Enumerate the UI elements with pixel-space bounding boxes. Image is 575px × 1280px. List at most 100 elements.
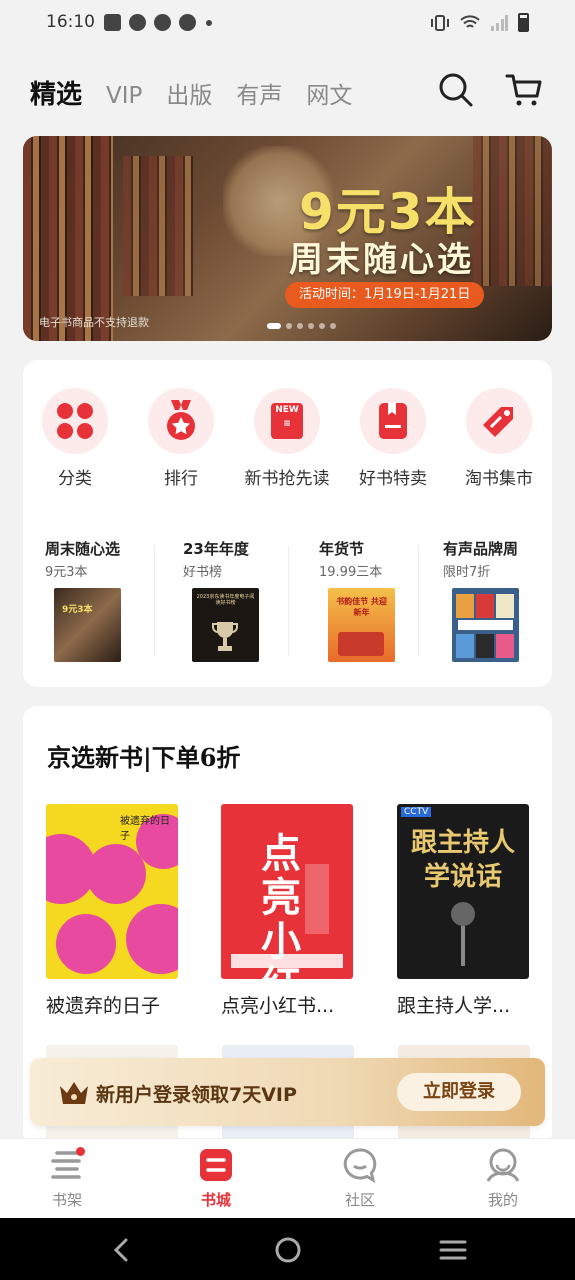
login-button[interactable]: 立即登录 [397, 1073, 521, 1111]
microphone-icon [451, 902, 475, 966]
category-entry-book-sale[interactable]: 好书特卖 [343, 388, 443, 489]
vip-login-banner[interactable]: 新用户登录领取7天VIP 立即登录 [30, 1058, 545, 1126]
promo-annual-ranking[interactable]: 23年年度 好书榜 2023京东读书年度电子阅读好书榜 [161, 538, 286, 662]
promo-subtitle: 19.99三本 [319, 565, 383, 580]
tab-label: 社区 [344, 1191, 375, 1209]
battery-icon [518, 13, 529, 32]
category-entry-classify[interactable]: 分类 [25, 388, 125, 489]
promo-audio-brand-week[interactable]: 有声品牌周 限时7折 [421, 538, 546, 662]
promo-thumbnail: 2023京东读书年度电子阅读好书榜 [192, 588, 259, 662]
book-cover: CCTV 跟主持人学说话 [397, 804, 529, 979]
profile-icon [485, 1147, 521, 1183]
quick-entry-card: 分类 排行 NEW ≡ 新书抢先读 好书特卖 淘书集市 周末随心选 9元3本 9元… [23, 360, 552, 687]
pagination-dot [308, 323, 314, 329]
bookshelf-icon [49, 1147, 85, 1183]
search-icon[interactable] [436, 70, 476, 110]
banner-bookshelf-image [23, 136, 113, 341]
category-label: 排行 [164, 469, 198, 489]
book-sale-icon [360, 388, 426, 454]
tab-bookstore[interactable]: 书城 [176, 1147, 256, 1210]
tab-vip[interactable]: VIP [106, 83, 142, 109]
promo-weekend-pick[interactable]: 周末随心选 9元3本 9元3本 [23, 538, 148, 662]
category-tabs: 精选 VIP 出版 有声 网文 [30, 74, 352, 111]
message-icon [104, 14, 121, 31]
more-notifications-icon [206, 19, 212, 26]
app-notification-icon [154, 14, 171, 31]
tab-publishing[interactable]: 出版 [166, 76, 212, 110]
book-title: 跟主持人学... [397, 995, 511, 1017]
banner-subtitle: 周末随心选 [289, 240, 474, 280]
promo-thumb-text: 书韵佳节 共迎新年 [336, 597, 387, 617]
promo-subtitle: 限时7折 [443, 565, 491, 580]
tab-label: 我的 [487, 1191, 518, 1209]
wifi-icon [460, 14, 480, 28]
tab-bookshelf[interactable]: 书架 [27, 1147, 107, 1210]
tab-community[interactable]: 社区 [320, 1147, 400, 1210]
medal-icon [148, 388, 214, 454]
book-item[interactable]: 被遗弃的日子 被遗弃的日子 [46, 804, 178, 1018]
book-item[interactable]: 点亮小红书 点亮小红书... [221, 804, 353, 1018]
notification-dot [76, 1147, 85, 1156]
signal-icon [491, 14, 508, 31]
tab-label: 书架 [51, 1191, 82, 1209]
category-label: 好书特卖 [359, 469, 427, 489]
promo-thumbnail: 书韵佳节 共迎新年 [328, 588, 395, 662]
cart-icon[interactable] [504, 70, 544, 110]
promo-subtitle: 好书榜 [183, 565, 223, 580]
category-label: 新书抢先读 [244, 469, 330, 489]
app-notification-icon [129, 14, 146, 31]
category-entry-ranking[interactable]: 排行 [131, 388, 231, 489]
book-cover: 点亮小红书 [221, 804, 353, 979]
trophy-icon [212, 622, 238, 651]
bookstore-icon [198, 1147, 234, 1183]
book-title: 点亮小红书... [221, 995, 335, 1017]
system-status-icons [430, 13, 529, 32]
promo-title: 年货节 [319, 540, 365, 558]
divider [288, 546, 289, 656]
book-cover-title: 被遗弃的日子 [120, 816, 170, 842]
promo-subtitle: 9元3本 [45, 565, 88, 580]
promo-new-year-festival[interactable]: 年货节 19.99三本 书韵佳节 共迎新年 [297, 538, 422, 662]
tab-profile[interactable]: 我的 [463, 1147, 543, 1210]
promo-thumb-illustration [338, 632, 384, 656]
promo-thumb-text: 9元3本 [62, 605, 93, 615]
crown-icon [60, 1082, 88, 1104]
category-entry-book-market[interactable]: 淘书集市 [449, 388, 549, 489]
pagination-dot [330, 323, 336, 329]
promo-thumbnail [452, 588, 519, 662]
tab-featured[interactable]: 精选 [30, 74, 82, 111]
book-cover: 被遗弃的日子 [46, 804, 178, 979]
promo-banner[interactable]: 9元3本 周末随心选 活动时间：1月19日-1月21日 电子书商品不支持退款 [23, 136, 552, 341]
system-navigation-bar [0, 1218, 575, 1280]
new-book-icon: NEW ≡ [254, 388, 320, 454]
grid-icon [42, 388, 108, 454]
banner-bookshelf-image [123, 156, 193, 296]
pagination-dot [319, 323, 325, 329]
tab-web-novels[interactable]: 网文 [306, 76, 352, 110]
banner-note: 电子书商品不支持退款 [39, 316, 149, 329]
status-bar: 16:10 [0, 0, 575, 48]
section-title: 京选新书|下单6折 [47, 743, 241, 772]
promo-title: 有声品牌周 [443, 540, 519, 558]
app-notification-icon [179, 14, 196, 31]
promo-thumb-text: 2023京东读书年度电子阅读好书榜 [196, 594, 255, 606]
category-entry-new-books[interactable]: NEW ≡ 新书抢先读 [237, 388, 337, 489]
promo-thumbnail: 9元3本 [54, 588, 121, 662]
divider [154, 546, 155, 656]
community-icon [342, 1147, 378, 1184]
back-icon[interactable] [108, 1236, 136, 1264]
banner-activity-time: 活动时间：1月19日-1月21日 [285, 282, 485, 308]
book-title: 被遗弃的日子 [46, 995, 161, 1017]
home-icon[interactable] [274, 1236, 302, 1264]
category-label: 淘书集市 [465, 469, 533, 489]
bottom-tab-bar: 书架 书城 社区 我的 [0, 1138, 575, 1218]
recent-apps-icon[interactable] [439, 1236, 467, 1264]
vip-promo-text: 新用户登录领取7天VIP [96, 1084, 297, 1106]
tab-audio[interactable]: 有声 [236, 76, 282, 110]
book-item[interactable]: CCTV 跟主持人学说话 跟主持人学... [397, 804, 529, 1018]
pagination-dot-active [267, 323, 281, 329]
tag-icon [466, 388, 532, 454]
pagination-dot [286, 323, 292, 329]
banner-bookshelf-image [473, 136, 552, 286]
divider [418, 546, 419, 656]
